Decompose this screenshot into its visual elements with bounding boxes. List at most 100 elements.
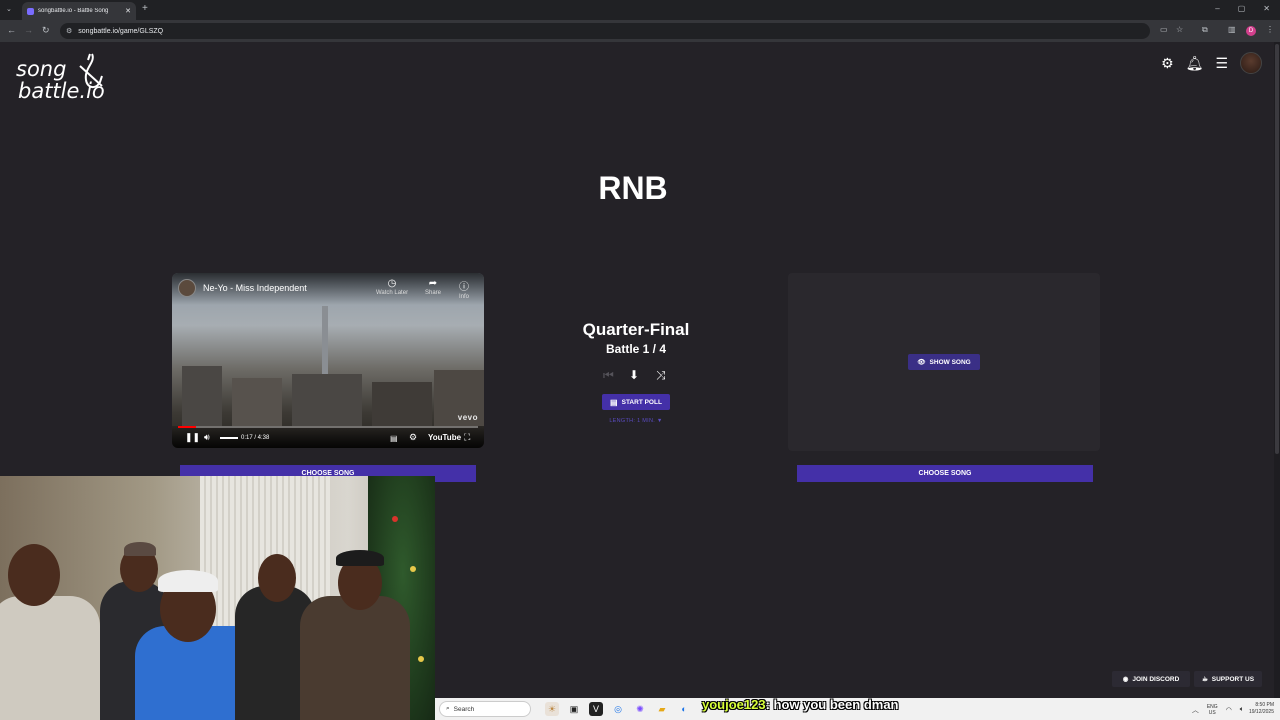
chrome-icon[interactable]: ◎	[611, 702, 625, 716]
person-cap	[124, 542, 156, 556]
close-tab-icon[interactable]: ✕	[125, 7, 131, 15]
back-icon[interactable]: ←	[7, 25, 16, 35]
menu-hamburger-icon[interactable]: ☰	[1215, 55, 1228, 72]
video-progress-bar[interactable]	[178, 426, 478, 428]
info-button[interactable]: ⓘ Info	[447, 278, 481, 300]
copilot-icon[interactable]: ✺	[633, 702, 647, 716]
close-window-icon[interactable]: ✕	[1263, 4, 1270, 13]
show-song-button[interactable]: 👁︎ SHOW SONG	[908, 354, 980, 370]
page-scrollbar[interactable]	[1274, 42, 1280, 698]
sidebar-icon[interactable]: ▥	[1228, 25, 1236, 34]
start-poll-button[interactable]: ▤ START POLL	[602, 394, 670, 410]
scrollbar-thumb[interactable]	[1275, 44, 1279, 454]
widget-icon[interactable]: ☀	[545, 702, 559, 716]
support-us-button[interactable]: ☕︎ SUPPORT US	[1194, 671, 1262, 687]
header-actions: ⚙ 🔔︎ ☰	[1161, 52, 1262, 74]
share-label: Share	[424, 290, 441, 296]
url-text: songbattle.io/game/GLSZQ	[78, 27, 164, 35]
file-explorer-icon[interactable]: ▰	[655, 702, 669, 716]
volume-icon[interactable]: 🔊︎	[204, 432, 210, 443]
info-label: Info	[458, 294, 469, 300]
webcam-overlay	[0, 476, 435, 720]
tray-chevron-icon[interactable]: ︿	[1192, 705, 1199, 715]
url-field[interactable]: ⚙ songbattle.io/game/GLSZQ	[60, 23, 1150, 39]
join-discord-button[interactable]: ◉ JOIN DISCORD	[1112, 671, 1190, 687]
taskbar-search-placeholder: Search	[453, 705, 475, 713]
speaker-icon[interactable]: 🔈︎	[1240, 706, 1244, 714]
watch-later-button[interactable]: ◷ Watch Later	[375, 278, 409, 296]
browser-tab[interactable]: songbattle.io - Battle Song ✕	[22, 2, 136, 20]
choose-song-right-button[interactable]: CHOOSE SONG	[797, 465, 1093, 482]
browser-menu-icon[interactable]: ⋮	[1266, 25, 1274, 34]
edge-icon[interactable]: ◐	[677, 702, 691, 716]
browser-tab-bar: ⌄ songbattle.io - Battle Song ✕ + – ▢ ✕	[0, 0, 1280, 20]
youtube-logo[interactable]: YouTube	[428, 433, 461, 442]
tune-icon[interactable]: ⚙	[66, 27, 72, 35]
support-us-label: SUPPORT US	[1211, 675, 1255, 683]
person-cap	[158, 570, 218, 592]
language-indicator[interactable]: ENG US	[1207, 704, 1218, 716]
reload-icon[interactable]: ↻	[42, 25, 50, 36]
settings-gear-icon[interactable]: ⚙	[1161, 55, 1174, 72]
pause-icon[interactable]: ❚❚	[185, 432, 200, 443]
person-cap	[336, 550, 384, 566]
previous-icon[interactable]: ⏮	[603, 368, 614, 383]
genre-title: RNB	[598, 170, 668, 206]
shuffle-icon[interactable]: ⤨	[656, 368, 666, 383]
download-icon[interactable]: ⬇	[629, 368, 639, 382]
profile-avatar[interactable]: D	[1246, 26, 1256, 36]
taskbar-clock[interactable]: 8:50 PM 19/12/2025	[1249, 702, 1274, 716]
coffee-icon: ☕︎	[1201, 676, 1208, 683]
lang-line2: US	[1208, 710, 1216, 716]
vectorworks-icon[interactable]: V	[589, 702, 603, 716]
show-song-label: SHOW SONG	[929, 358, 971, 366]
skyline-building	[232, 378, 282, 426]
wifi-icon[interactable]: ◠	[1226, 706, 1232, 714]
chat-username: youjoe123	[702, 697, 766, 712]
browser-address-bar: ← → ↻ ⚙ songbattle.io/game/GLSZQ ▭ ☆ ⧉ ▥…	[0, 20, 1280, 42]
video-settings-icon[interactable]: ⚙	[409, 432, 417, 443]
maximize-icon[interactable]: ▢	[1238, 4, 1246, 13]
discord-icon: ◉	[1122, 676, 1129, 683]
notification-bell-icon[interactable]: 🔔︎	[1186, 55, 1204, 72]
cast-icon[interactable]: ▭	[1160, 25, 1168, 34]
tab-title: songbattle.io - Battle Song	[38, 8, 109, 14]
saxophone-icon	[79, 53, 103, 88]
tab-dropdown-icon[interactable]: ⌄	[6, 5, 12, 13]
video-time: 0:17 / 4:38	[241, 435, 270, 441]
channel-avatar[interactable]	[178, 279, 196, 297]
share-button[interactable]: ➦ Share	[416, 278, 450, 296]
vevo-watermark: vevo	[457, 413, 478, 422]
stream-chat-message: youjoe123: how you been dman	[702, 697, 899, 712]
video-player[interactable]: Ne-Yo - Miss Independent ◷ Watch Later ➦…	[172, 273, 484, 448]
system-tray: ︿ ENG US ◠ 🔈︎	[1192, 704, 1244, 716]
new-tab-icon[interactable]: +	[142, 3, 148, 14]
forward-icon[interactable]: →	[24, 25, 33, 35]
eye-icon: 👁︎	[917, 359, 926, 366]
join-discord-label: JOIN DISCORD	[1132, 675, 1180, 683]
video-title[interactable]: Ne-Yo - Miss Independent	[203, 283, 307, 293]
skyline-building	[292, 374, 362, 426]
person-shirt	[0, 596, 100, 720]
site-logo[interactable]: song battle.io	[16, 53, 105, 102]
minimize-icon[interactable]: –	[1215, 4, 1219, 13]
bookmark-star-icon[interactable]: ☆	[1176, 25, 1183, 34]
length-selector[interactable]: LENGTH: 1 MIN. ▼	[586, 418, 686, 424]
video-progress-fill	[178, 426, 197, 428]
skyline-building	[372, 382, 432, 426]
extensions-icon[interactable]: ⧉	[1202, 25, 1208, 35]
person-head	[8, 544, 60, 606]
user-avatar[interactable]	[1240, 52, 1262, 74]
ornament	[418, 656, 424, 662]
search-icon: ⌕	[446, 705, 450, 712]
volume-slider[interactable]	[220, 437, 238, 439]
task-view-icon[interactable]: ▣	[567, 702, 581, 716]
chat-text: : how you been dman	[765, 697, 899, 712]
person-shirt	[300, 596, 410, 720]
clock-time: 8:50 PM	[1255, 702, 1274, 708]
taskbar-search[interactable]: ⌕ Search	[439, 701, 531, 717]
fullscreen-icon[interactable]: ⛶	[464, 432, 470, 443]
clock-date: 19/12/2025	[1248, 709, 1274, 715]
captions-icon[interactable]: ▤	[390, 434, 398, 443]
site-favicon-icon	[27, 7, 34, 15]
